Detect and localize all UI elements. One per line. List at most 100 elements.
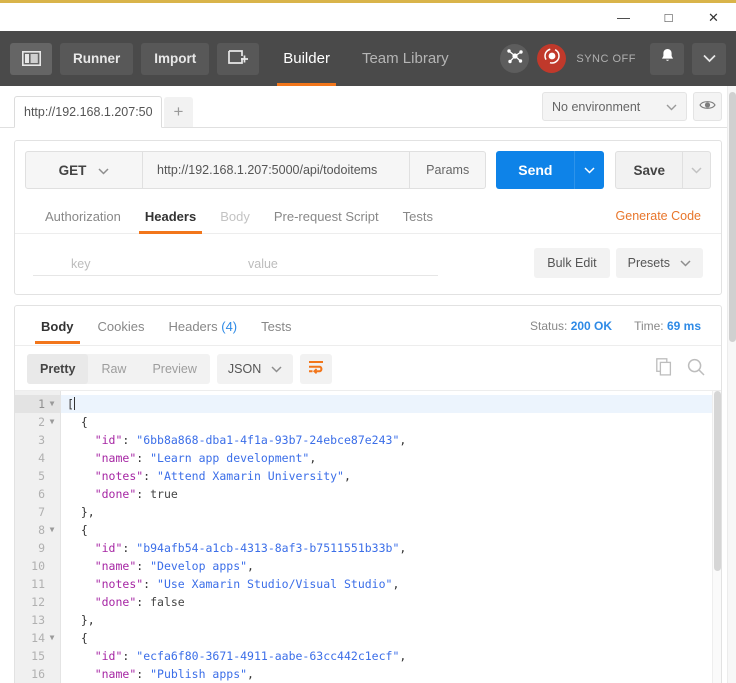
response-tab-cookies[interactable]: Cookies — [86, 309, 157, 343]
header-key-input[interactable]: key — [33, 250, 233, 276]
response-meta: Status: 200 OK Time: 69 ms — [530, 319, 707, 333]
satellite-button[interactable] — [500, 44, 530, 73]
word-wrap-toggle[interactable] — [300, 354, 333, 384]
maximize-button[interactable]: □ — [646, 3, 691, 31]
code-token-punc: { — [80, 631, 88, 645]
page-scrollbar-thumb[interactable] — [729, 92, 736, 342]
chevron-down-icon — [271, 362, 282, 376]
code-token-str: "Develop apps" — [150, 559, 248, 573]
response-tab-body[interactable]: Body — [29, 309, 86, 344]
response-body-viewer[interactable]: 1▼2▼345678▼91011121314▼151617181920 [ { … — [15, 390, 721, 683]
format-pretty-button[interactable]: Pretty — [27, 354, 89, 384]
send-options-button[interactable] — [574, 151, 605, 189]
request-tab-authorization-label: Authorization — [45, 209, 121, 224]
gutter-line-number: 6 — [38, 487, 45, 501]
new-window-button[interactable] — [217, 42, 260, 75]
response-tab-headers-label: Headers — [168, 318, 218, 334]
toolbar-more-button[interactable] — [692, 42, 726, 75]
nav-tab-team-library-label: Team Library — [361, 50, 449, 67]
gutter-line-number: 7 — [38, 505, 45, 519]
request-tab-body-label: Body — [220, 209, 250, 224]
save-options-button[interactable] — [683, 151, 711, 189]
page-scrollbar[interactable] — [727, 86, 736, 683]
gutter-line: 14 ▼ — [15, 629, 60, 647]
code-line: "id": "6bb8a868-dba1-4f1a-93b7-24ebce87e… — [61, 431, 721, 449]
bulk-edit-button[interactable]: Bulk Edit — [534, 248, 610, 278]
code-token-punc: : — [136, 559, 151, 573]
new-tab-button[interactable]: + — [164, 97, 193, 127]
fold-arrow-icon[interactable]: ▼ — [48, 395, 56, 413]
runner-button[interactable]: Runner — [60, 42, 134, 75]
code-token-key: "name" — [94, 667, 137, 681]
format-raw-button[interactable]: Raw — [88, 354, 139, 384]
environment-select[interactable]: No environment — [542, 92, 687, 121]
response-language-label: JSON — [227, 362, 262, 376]
url-input[interactable]: http://192.168.1.207:5000/api/todoitems — [143, 151, 411, 189]
minimize-button[interactable]: — — [601, 3, 646, 31]
status-value: 200 OK — [570, 318, 613, 333]
code-token-key: "notes" — [94, 577, 144, 591]
request-tab-pre-request-script[interactable]: Pre-request Script — [262, 199, 391, 233]
request-tab-body[interactable]: Body — [208, 199, 262, 233]
request-tab-tests-label: Tests — [402, 209, 433, 224]
fold-arrow-icon[interactable]: ▼ — [48, 629, 56, 647]
code-area[interactable]: [ { "id": "6bb8a868-dba1-4f1a-93b7-24ebc… — [61, 391, 721, 683]
http-method-select[interactable]: GET — [25, 151, 143, 189]
save-button[interactable]: Save — [615, 151, 683, 189]
code-token-key: "id" — [94, 541, 123, 555]
code-scrollbar-thumb[interactable] — [714, 391, 721, 571]
fold-arrow-icon[interactable]: ▼ — [48, 413, 56, 431]
sidebar-toggle-button[interactable] — [10, 42, 52, 75]
code-token-str: "6bb8a868-dba1-4f1a-93b7-24ebce87e243" — [136, 433, 400, 447]
http-method-label: GET — [58, 162, 87, 178]
text-caret — [73, 397, 75, 410]
window-titlebar: — □ ✕ — [0, 0, 736, 31]
chevron-down-icon — [680, 256, 691, 270]
copy-body-button[interactable] — [656, 357, 673, 381]
notifications-button[interactable] — [650, 42, 684, 75]
params-button[interactable]: Params — [410, 151, 487, 189]
fold-arrow-icon[interactable]: ▼ — [48, 521, 56, 539]
request-tab-authorization[interactable]: Authorization — [33, 199, 133, 233]
gutter-line-number: 10 — [31, 559, 45, 573]
code-scrollbar[interactable] — [712, 391, 721, 683]
send-button[interactable]: Send — [496, 151, 575, 189]
request-tab-headers[interactable]: Headers — [133, 199, 208, 234]
gutter-line-number: 14 — [31, 631, 45, 645]
response-language-select[interactable]: JSON — [216, 354, 294, 384]
nav-tab-team-library[interactable]: Team Library — [346, 31, 465, 86]
sync-button[interactable] — [537, 44, 567, 73]
code-line: }, — [61, 503, 721, 521]
toolbar-right-group: SYNC OFF — [500, 42, 726, 75]
code-line: }, — [61, 611, 721, 629]
search-body-button[interactable] — [687, 358, 705, 381]
gutter-line: 3 — [15, 431, 60, 449]
response-tab-headers[interactable]: Headers (4) — [156, 309, 249, 343]
maximize-icon: □ — [664, 9, 673, 25]
presets-label: Presets — [627, 256, 670, 270]
response-tab-tests[interactable]: Tests — [249, 309, 303, 343]
response-headers-count: (4) — [221, 318, 238, 334]
import-button[interactable]: Import — [141, 42, 210, 75]
environment-select-label: No environment — [552, 99, 641, 114]
request-tab-pre-request-script-label: Pre-request Script — [273, 209, 379, 224]
request-tab-tests[interactable]: Tests — [391, 199, 445, 233]
nav-tab-builder-label: Builder — [283, 50, 330, 67]
presets-button[interactable]: Presets — [615, 248, 703, 278]
close-button[interactable]: ✕ — [691, 3, 736, 31]
header-value-input[interactable]: value — [233, 250, 438, 276]
url-input-value: http://192.168.1.207:5000/api/todoitems — [157, 163, 378, 177]
code-line: "notes": "Attend Xamarin University", — [61, 467, 721, 485]
generate-code-link[interactable]: Generate Code — [616, 209, 703, 223]
gutter-line-number: 8 — [38, 523, 45, 537]
request-tab[interactable]: http://192.168.1.207:5000/a — [14, 96, 162, 128]
environment-quick-look-button[interactable] — [693, 92, 722, 121]
code-token-punc: { — [80, 523, 88, 537]
code-token-punc: , — [247, 667, 254, 681]
code-token-str: "Attend Xamarin University" — [157, 469, 344, 483]
format-preview-button[interactable]: Preview — [139, 354, 209, 384]
nav-tab-builder[interactable]: Builder — [267, 31, 346, 86]
